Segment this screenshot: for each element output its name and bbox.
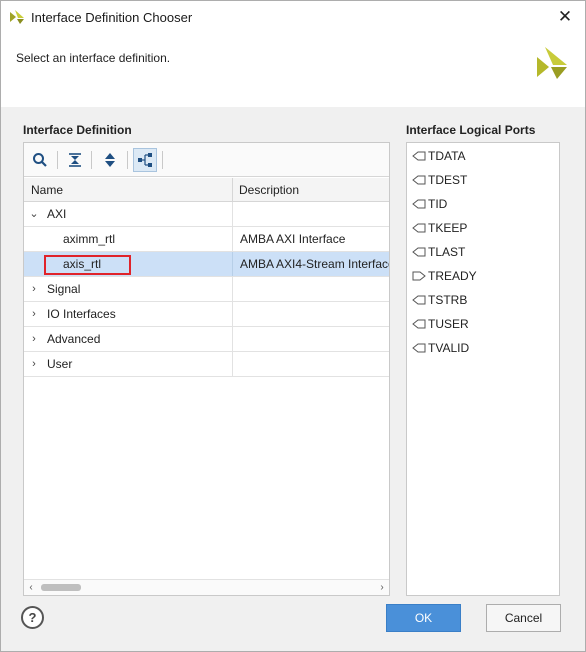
column-header-name[interactable]: Name xyxy=(31,178,63,202)
port-item[interactable]: TSTRB xyxy=(412,289,467,311)
collapse-all-icon xyxy=(69,153,81,167)
expand-all-icon xyxy=(105,153,115,167)
collapse-all-button[interactable] xyxy=(63,148,87,172)
input-port-icon xyxy=(412,223,426,233)
title-bar: Interface Definition Chooser ✕ xyxy=(1,1,585,33)
instruction-text: Select an interface definition. xyxy=(16,51,171,65)
port-name: TVALID xyxy=(428,341,470,355)
port-name: TSTRB xyxy=(428,293,468,307)
output-port-icon xyxy=(412,271,426,281)
chevron-right-icon[interactable]: › xyxy=(28,302,40,326)
port-item[interactable]: TUSER xyxy=(412,313,469,335)
input-port-icon xyxy=(412,151,426,161)
tree-row-description xyxy=(232,202,389,226)
help-button[interactable]: ? xyxy=(21,606,44,629)
tree-row-label: AXI xyxy=(47,207,67,221)
input-port-icon xyxy=(412,247,426,257)
tree-row-axi[interactable]: ⌄ AXI xyxy=(24,202,389,227)
port-name: TID xyxy=(428,197,448,211)
port-name: TUSER xyxy=(428,317,469,331)
input-port-icon xyxy=(412,199,426,209)
tree-row-aximm-rtl[interactable]: aximm_rtl AMBA AXI Interface xyxy=(24,227,389,252)
ok-button[interactable]: OK xyxy=(386,604,461,632)
chevron-down-icon[interactable]: ⌄ xyxy=(28,202,40,226)
chevron-right-icon[interactable]: › xyxy=(28,277,40,301)
dialog-window: Interface Definition Chooser ✕ Select an… xyxy=(0,0,586,652)
xilinx-logo-icon xyxy=(537,47,567,79)
tree-row-advanced[interactable]: › Advanced xyxy=(24,327,389,352)
scroll-right-icon[interactable]: › xyxy=(375,580,389,596)
tree-row-description xyxy=(232,302,389,326)
port-item[interactable]: TID xyxy=(412,193,447,215)
port-item[interactable]: TKEEP xyxy=(412,217,467,239)
column-header-description[interactable]: Description xyxy=(239,178,299,202)
tree-row-label: aximm_rtl xyxy=(63,232,116,246)
interface-definition-label: Interface Definition xyxy=(23,123,132,137)
search-button[interactable] xyxy=(28,148,52,172)
scrollbar-thumb[interactable] xyxy=(41,584,81,591)
toolbar-separator xyxy=(57,151,58,169)
table-header: Name Description xyxy=(24,178,389,202)
logical-ports-panel: TDATA TDEST TID TKEEP TLAST TREADY TSTRB xyxy=(406,142,560,596)
port-item[interactable]: TDATA xyxy=(412,145,466,167)
input-port-icon xyxy=(412,175,426,185)
expand-all-button[interactable] xyxy=(98,148,122,172)
tree-row-io-interfaces[interactable]: › IO Interfaces xyxy=(24,302,389,327)
port-name: TKEEP xyxy=(428,221,468,235)
column-divider[interactable] xyxy=(232,178,233,202)
vivado-app-icon xyxy=(10,10,24,24)
hierarchy-toggle-button[interactable] xyxy=(133,148,157,172)
tree-row-description xyxy=(232,327,389,351)
port-item[interactable]: TVALID xyxy=(412,337,469,359)
cancel-button[interactable]: Cancel xyxy=(486,604,561,632)
tree-row-description xyxy=(232,277,389,301)
port-item[interactable]: TDEST xyxy=(412,169,467,191)
hierarchy-icon xyxy=(138,153,152,167)
port-item[interactable]: TREADY xyxy=(412,265,477,287)
search-icon xyxy=(33,153,47,167)
tree-row-description: AMBA AXI Interface xyxy=(232,227,389,251)
tree-row-label: axis_rtl xyxy=(63,257,102,271)
input-port-icon xyxy=(412,343,426,353)
port-name: TDEST xyxy=(428,173,468,187)
toolbar-separator xyxy=(91,151,92,169)
chevron-right-icon[interactable]: › xyxy=(28,327,40,351)
port-name: TDATA xyxy=(428,149,466,163)
window-title: Interface Definition Chooser xyxy=(31,10,193,25)
tree-row-axis-rtl[interactable]: axis_rtl AMBA AXI4-Stream Interface xyxy=(24,252,389,277)
horizontal-scrollbar[interactable]: ‹ › xyxy=(24,579,389,595)
port-name: TREADY xyxy=(428,269,477,283)
input-port-icon xyxy=(412,319,426,329)
tree-row-label: IO Interfaces xyxy=(47,307,116,321)
chevron-right-icon[interactable]: › xyxy=(28,352,40,376)
input-port-icon xyxy=(412,295,426,305)
scroll-left-icon[interactable]: ‹ xyxy=(24,580,38,596)
tree-row-description xyxy=(232,352,389,376)
toolbar-separator xyxy=(162,151,163,169)
tree-row-label: Advanced xyxy=(47,332,101,346)
tree-toolbar xyxy=(24,143,389,177)
interface-definition-panel: Name Description ⌄ AXI aximm_rtl AMBA AX… xyxy=(23,142,390,596)
tree-row-user[interactable]: › User xyxy=(24,352,389,377)
logical-ports-label: Interface Logical Ports xyxy=(406,123,536,137)
toolbar-separator xyxy=(127,151,128,169)
tree-row-label: User xyxy=(47,357,73,371)
tree-row-signal[interactable]: › Signal xyxy=(24,277,389,302)
port-item[interactable]: TLAST xyxy=(412,241,465,263)
close-button[interactable]: ✕ xyxy=(551,5,579,29)
interface-tree-table: Name Description ⌄ AXI aximm_rtl AMBA AX… xyxy=(24,178,389,377)
tree-row-description: AMBA AXI4-Stream Interface xyxy=(232,252,389,276)
dialog-header: Select an interface definition. xyxy=(1,33,585,107)
port-name: TLAST xyxy=(428,245,466,259)
tree-row-label: Signal xyxy=(47,282,81,296)
